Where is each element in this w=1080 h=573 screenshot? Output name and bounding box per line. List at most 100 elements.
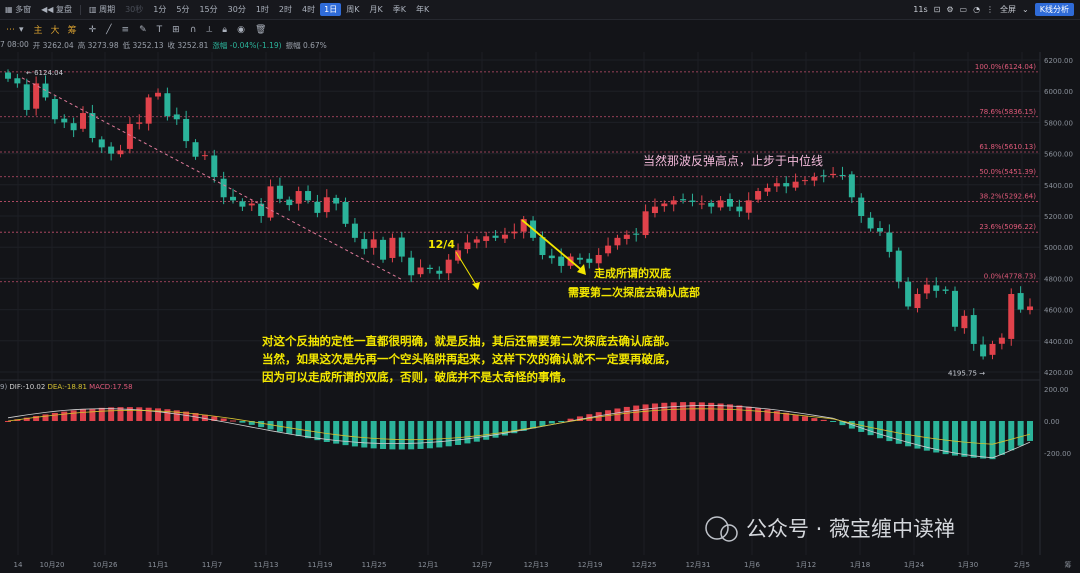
- macd-bar: [305, 421, 312, 439]
- macd-bar: [1027, 421, 1033, 441]
- candle-body: [445, 259, 452, 274]
- macd-bar: [455, 421, 462, 445]
- candle-body: [126, 123, 133, 149]
- macd-bar: [108, 407, 115, 421]
- price-tick: 5000.00: [1044, 244, 1073, 252]
- candle-body: [239, 201, 246, 207]
- macd-bar: [820, 419, 827, 421]
- date-tick: 11月19: [308, 561, 333, 569]
- candle-body: [220, 178, 227, 198]
- candle-body: [426, 267, 433, 270]
- candlesticks: ← 6124.04 4195.75 →: [5, 69, 1033, 378]
- candle-body: [305, 191, 312, 201]
- candle-body: [511, 231, 518, 234]
- candle-body: [605, 245, 612, 254]
- macd-bar: [951, 421, 958, 456]
- date-tick: 1月30: [958, 561, 978, 569]
- dif-line: [7, 405, 1031, 459]
- candle-body: [173, 114, 180, 120]
- macd-bar: [436, 421, 443, 448]
- candle-body: [267, 186, 274, 218]
- price-tick: 5200.00: [1044, 213, 1073, 221]
- price-high-label: ← 6124.04: [26, 69, 64, 77]
- candle-body: [586, 258, 593, 263]
- macd-tick: 200.00: [1044, 386, 1069, 394]
- candle-body: [726, 198, 733, 207]
- candle-body: [923, 284, 930, 294]
- candle-body: [286, 199, 293, 206]
- chart-grid: [0, 52, 1041, 555]
- macd-bar: [398, 421, 405, 450]
- candle-body: [680, 199, 687, 201]
- candle-body: [736, 206, 743, 212]
- macd-bar: [989, 421, 996, 460]
- macd-legend-part: 9): [0, 383, 9, 391]
- candle-body: [351, 223, 358, 238]
- macd-bar: [295, 421, 302, 437]
- macd-bar: [136, 407, 143, 421]
- macd-bar: [145, 407, 152, 421]
- date-tick: 11月7: [202, 561, 222, 569]
- macd-legend: 9) DIF:-10.02 DEA:-18.81 MACD:17.58: [0, 383, 133, 391]
- macd-bar: [689, 402, 696, 421]
- macd-bar: [239, 421, 246, 423]
- candle-body: [295, 191, 302, 204]
- price-tick: 5600.00: [1044, 151, 1073, 159]
- candle-body: [764, 187, 771, 192]
- candle-body: [501, 234, 508, 239]
- candle-body: [773, 183, 780, 187]
- candle-body: [108, 146, 115, 154]
- date-tick: 11月13: [254, 561, 279, 569]
- candle-body: [155, 92, 162, 97]
- macd-bar: [417, 421, 424, 449]
- candle-body: [183, 118, 190, 142]
- rebound-high-label: 当然那波反弹高点，止步于中位线: [643, 153, 823, 168]
- macd-bar: [483, 421, 490, 440]
- candle-body: [1027, 306, 1033, 311]
- candle-body: [848, 174, 855, 198]
- macd-tick: 0.00: [1044, 418, 1060, 426]
- macd-bar: [426, 421, 433, 449]
- macd-bar: [980, 421, 987, 459]
- candle-body: [858, 197, 865, 216]
- price-tick: 5800.00: [1044, 119, 1073, 127]
- candle-body: [698, 203, 705, 205]
- kline-chart[interactable]: 100.0%(6124.04) 78.6%(5836.15) 61.8%(5610.…: [0, 0, 1080, 573]
- macd-bar: [670, 402, 677, 421]
- price-tick: 4800.00: [1044, 275, 1073, 283]
- candle-body: [548, 255, 555, 259]
- candle-body: [961, 315, 968, 329]
- candle-body: [783, 183, 790, 187]
- date-tick: 筹: [1065, 560, 1072, 569]
- date-tick: 12月1: [418, 561, 438, 569]
- candle-body: [23, 84, 30, 110]
- arrow-line: [455, 251, 479, 289]
- price-tick: 4600.00: [1044, 307, 1073, 315]
- candle-body: [708, 202, 715, 207]
- candle-body: [164, 93, 171, 117]
- candle-body: [811, 177, 818, 181]
- note-paragraph-2: 当然，如果这次是先再一个空头陷阱再起来，这样下次的确认就不一定要再破底，: [262, 352, 676, 366]
- candle-body: [633, 233, 640, 235]
- macd-bar: [258, 421, 265, 428]
- macd-bar: [651, 403, 658, 421]
- candle-body: [70, 123, 77, 131]
- macd-bar: [970, 421, 977, 458]
- macd-bar: [755, 408, 762, 421]
- macd-bar: [661, 402, 668, 421]
- fib-label: 61.8%(5610.13): [979, 143, 1036, 151]
- macd-bar: [370, 421, 377, 449]
- macd-bar: [98, 407, 105, 421]
- candle-body: [614, 237, 621, 246]
- date-tick: 1月24: [904, 561, 925, 569]
- fib-label: 0.0%(4778.73): [984, 273, 1036, 281]
- candle-body: [933, 285, 940, 291]
- macd-bar: [858, 421, 865, 432]
- macd-bar: [42, 414, 49, 421]
- candle-body: [361, 239, 368, 249]
- macd-panel: 9) DIF:-10.02 DEA:-18.81 MACD:17.58: [0, 383, 1033, 460]
- macd-bar: [811, 418, 818, 421]
- candle-body: [211, 155, 218, 177]
- candle-body: [998, 337, 1005, 344]
- candle-body: [14, 78, 21, 84]
